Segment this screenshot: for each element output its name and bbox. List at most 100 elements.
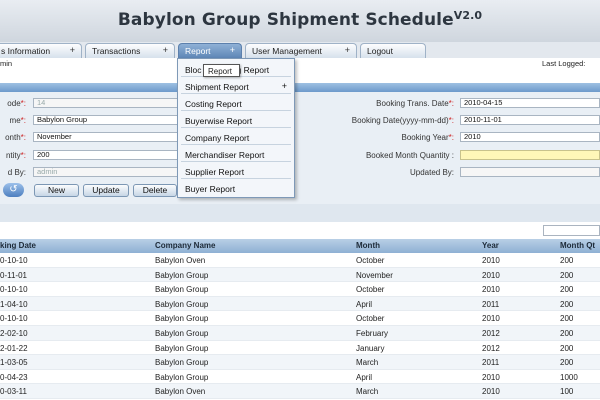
table-row[interactable]: 1-04-10 Babylon Group April 2011 200 <box>0 296 600 312</box>
code-input[interactable]: 14 <box>33 98 178 108</box>
row-month-cell: October <box>356 314 385 324</box>
row-booking-date-cell: 0-10-10 <box>0 314 28 324</box>
tab-business-information[interactable]: s Information + <box>0 43 82 58</box>
row-booking-date-cell: 1-04-10 <box>0 299 28 309</box>
row-month-qty-cell: 200 <box>560 299 574 309</box>
row-company-name-cell: Babylon Group <box>155 314 209 324</box>
row-year-cell: 2011 <box>482 358 500 368</box>
row-month-cell: November <box>356 270 393 280</box>
field-label-booking-trans-date: Booking Trans. Date*: <box>376 99 454 108</box>
field-label-quantity: ntity*: <box>5 151 26 160</box>
booking-date-input[interactable]: 2010-11-01 <box>460 115 600 125</box>
row-year-cell: 2010 <box>482 372 500 382</box>
row-month-qty-cell: 200 <box>560 343 574 353</box>
field-label-name: me*: <box>9 116 26 125</box>
plus-icon: + <box>229 45 235 55</box>
row-year-cell: 2010 <box>482 387 500 397</box>
column-header-year[interactable]: Year <box>482 241 499 250</box>
column-header-month-qty[interactable]: Month Qt <box>560 241 595 250</box>
plus-icon: + <box>344 45 350 55</box>
row-month-cell: March <box>356 358 379 368</box>
column-header-booking-date[interactable]: king Date <box>0 241 36 250</box>
table-row[interactable]: 0-03-11 Babylon Oven March 2010 100 <box>0 384 600 399</box>
row-month-cell: April <box>356 372 373 382</box>
tab-transactions[interactable]: Transactions + <box>85 43 175 58</box>
row-month-qty-cell: 1000 <box>560 372 578 382</box>
row-month-qty-cell: 200 <box>560 256 574 265</box>
table-row[interactable]: 1-03-05 Babylon Group March 2011 200 <box>0 355 600 370</box>
row-month-qty-cell: 200 <box>560 329 574 338</box>
refresh-icon[interactable]: ↺ <box>3 183 24 197</box>
row-month-cell: March <box>356 387 379 397</box>
row-month-qty-cell: 100 <box>560 387 574 397</box>
row-booking-date-cell: 0-04-23 <box>0 372 28 382</box>
tab-logout[interactable]: Logout <box>360 43 426 58</box>
update-button[interactable]: Update <box>83 184 129 197</box>
delete-button[interactable]: Delete <box>133 184 177 197</box>
menu-item-costing-report[interactable]: Costing Report <box>181 97 291 111</box>
field-label-month: onth*: <box>5 133 26 142</box>
form-section-header <box>0 83 600 92</box>
row-booking-date-cell: 0-10-10 <box>0 285 28 295</box>
row-company-name-cell: Babylon Oven <box>155 256 206 265</box>
company-name-select[interactable]: Babylon Group <box>33 115 178 125</box>
row-month-qty-cell: 200 <box>560 270 574 280</box>
menu-item-supplier-report[interactable]: Supplier Report <box>181 165 291 179</box>
grid-search-input[interactable] <box>543 225 600 236</box>
table-row[interactable]: 2-02-10 Babylon Group February 2012 200 <box>0 326 600 341</box>
row-year-cell: 2012 <box>482 329 500 338</box>
row-company-name-cell: Babylon Group <box>155 343 209 353</box>
menu-item-shipment-report[interactable]: Shipment Report + <box>181 80 291 94</box>
row-booking-date-cell: 2-01-22 <box>0 343 28 353</box>
field-label-created-by: d By: <box>7 168 26 177</box>
updated-by-input <box>460 167 600 177</box>
tooltip: Report <box>203 64 240 77</box>
row-year-cell: 2010 <box>482 270 500 280</box>
table-row[interactable]: 2-01-22 Babylon Group January 2012 200 <box>0 341 600 356</box>
menu-item-company-report[interactable]: Company Report <box>181 131 291 145</box>
column-header-company-name[interactable]: Company Name <box>155 241 215 250</box>
field-label-booked-month-quantity: Booked Month Quantity : <box>365 151 454 160</box>
row-booking-date-cell: 0-03-11 <box>0 387 27 397</box>
row-company-name-cell: Babylon Oven <box>155 387 206 397</box>
menu-item-merchandiser-report[interactable]: Merchandiser Report <box>181 148 291 162</box>
row-company-name-cell: Babylon Group <box>155 329 209 338</box>
menu-item-buyer-report[interactable]: Buyer Report <box>181 182 291 196</box>
menu-item-buyerwise-report[interactable]: Buyerwise Report <box>181 114 291 128</box>
new-button[interactable]: New <box>34 184 79 197</box>
row-month-qty-cell: 200 <box>560 314 574 324</box>
row-month-qty-cell: 200 <box>560 285 574 295</box>
user-bar: min Last Logged: <box>0 58 600 70</box>
row-month-cell: April <box>356 299 373 309</box>
app-header: Babylon Group Shipment ScheduleV2.0 <box>0 0 600 42</box>
current-user: min <box>0 59 13 68</box>
tab-label: s Information <box>1 46 51 56</box>
row-month-cell: October <box>356 285 385 295</box>
tab-user-management[interactable]: User Management + <box>245 43 357 58</box>
row-month-cell: October <box>356 256 385 265</box>
table-row[interactable]: 0-10-10 Babylon Group October 2010 200 <box>0 311 600 326</box>
table-row[interactable]: 0-04-23 Babylon Group April 2010 1000 <box>0 370 600 385</box>
month-select[interactable]: November <box>33 132 178 142</box>
table-row[interactable]: 0-10-10 Babylon Oven October 2010 200 <box>0 253 600 268</box>
field-label-code: ode*: <box>7 99 26 108</box>
app-title-text: Babylon Group Shipment Schedule <box>117 10 454 30</box>
row-company-name-cell: Babylon Group <box>155 285 209 295</box>
column-header-month[interactable]: Month <box>356 241 380 250</box>
row-company-name-cell: Babylon Group <box>155 372 209 382</box>
main-nav: s Information + Transactions + Report + Use… <box>0 42 600 58</box>
booking-trans-date-input[interactable]: 2010-04-15 <box>460 98 600 108</box>
quantity-input[interactable]: 200 <box>33 150 178 160</box>
plus-icon: + <box>69 45 75 55</box>
booked-month-quantity-input[interactable] <box>460 150 600 160</box>
booking-year-input[interactable]: 2010 <box>460 132 600 142</box>
row-month-cell: January <box>356 343 385 353</box>
grid-header: king Date Company Name Month Year Month … <box>0 239 600 253</box>
tab-report[interactable]: Report + <box>178 43 242 58</box>
table-row[interactable]: 0-10-10 Babylon Group October 2010 200 <box>0 282 600 297</box>
row-year-cell: 2011 <box>482 299 500 309</box>
app-title: Babylon Group Shipment ScheduleV2.0 <box>0 9 600 30</box>
table-row[interactable]: 0-11-01 Babylon Group November 2010 200 <box>0 267 600 283</box>
app-version: V2.0 <box>453 9 483 22</box>
row-booking-date-cell: 1-03-05 <box>0 358 28 368</box>
